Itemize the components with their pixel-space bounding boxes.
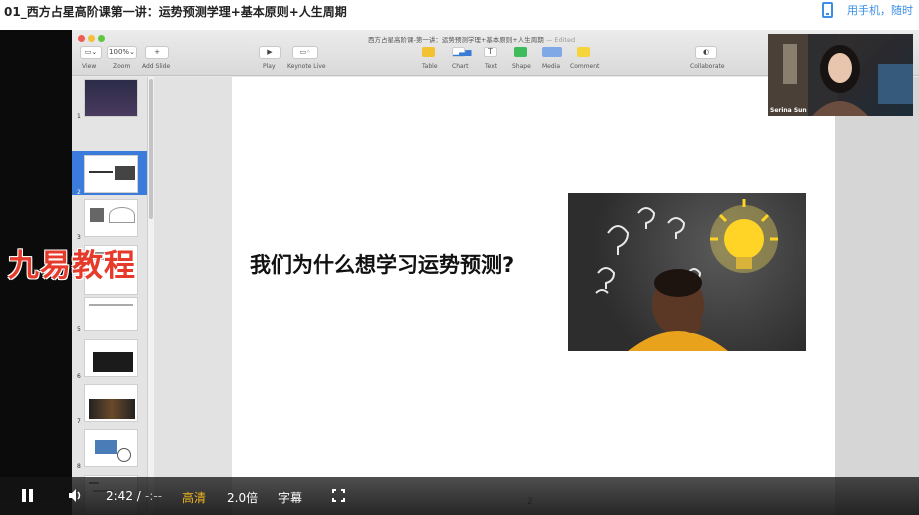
play-button[interactable]: ▶ [259, 46, 281, 59]
add-slide-button[interactable]: + [145, 46, 169, 59]
presenter-webcam: Serina Sun [768, 34, 913, 116]
slide-thumbnail-7[interactable] [84, 384, 138, 422]
view-button[interactable]: ▭⌄ [80, 46, 102, 59]
window-title: 西方占星高阶课-第一讲：运势预测学理+基本原则+人生周期 — Edited [368, 36, 576, 44]
maximize-window-icon[interactable] [98, 35, 105, 42]
slide-image-child-lightbulb [568, 193, 806, 351]
video-player[interactable]: 西方占星高阶课-第一讲：运势预测学理+基本原则+人生周期 — Edited ▭⌄… [0, 30, 919, 515]
media-label: Media [542, 63, 561, 70]
pause-icon[interactable] [22, 489, 34, 502]
comment-label: Comment [570, 63, 600, 70]
zoom-label: Zoom [113, 63, 131, 70]
shape-label: Shape [512, 63, 531, 70]
navigator-scroll-thumb[interactable] [149, 79, 153, 219]
slide-number-1: 1 [77, 113, 81, 120]
watermark-logo: 九易教程 [8, 248, 136, 284]
page-header: 01_西方占星高阶课第一讲：运势预测学理+基本原则+人生周期 用手机，随时 [0, 0, 919, 30]
speed-button[interactable]: 2.0倍 [227, 489, 258, 506]
subtitles-button[interactable]: 字幕 [278, 489, 302, 506]
shape-icon[interactable] [514, 47, 527, 57]
keynote-live-button[interactable]: ▭◦ [292, 46, 318, 59]
zoom-select[interactable]: 100%⌄ [107, 46, 137, 59]
slide-canvas: 我们为什么想学习运势预测? [154, 77, 919, 515]
media-icon[interactable] [542, 47, 562, 57]
view-label: View [82, 63, 97, 70]
slide-number-8: 8 [77, 463, 81, 470]
fullscreen-icon[interactable] [332, 489, 345, 502]
minimize-window-icon[interactable] [88, 35, 95, 42]
phone-icon [822, 2, 833, 18]
slide-number-6: 6 [77, 373, 81, 380]
chart-icon[interactable]: ▁▃▅ [452, 47, 471, 57]
slide-number-2: 2 [77, 189, 81, 196]
chart-label: Chart [452, 63, 469, 70]
slide[interactable]: 我们为什么想学习运势预测? [232, 77, 835, 515]
text-label: Text [485, 63, 498, 70]
time-current: 2:42 / [106, 489, 141, 503]
play-label: Play [263, 63, 276, 70]
slide-thumbnail-1[interactable] [84, 79, 138, 117]
format-panel-area [835, 77, 919, 515]
player-controls: 2:42 / -:-- 高清 2.0倍 字幕 [0, 477, 919, 515]
close-window-icon[interactable] [78, 35, 85, 42]
slide-number-5: 5 [77, 326, 81, 333]
comment-icon[interactable] [577, 47, 590, 57]
text-icon[interactable]: T [484, 47, 497, 57]
slide-navigator: 1 2 3 5 6 7 8 [72, 77, 148, 515]
page-title: 01_西方占星高阶课第一讲：运势预测学理+基本原则+人生周期 [4, 5, 347, 19]
table-icon[interactable] [422, 47, 435, 57]
time-total: -:-- [145, 489, 163, 503]
add-slide-label: Add Slide [142, 63, 171, 70]
keynote-live-label: Keynote Live [287, 63, 326, 70]
collaborate-label: Collaborate [690, 63, 725, 70]
slide-number-7: 7 [77, 418, 81, 425]
collaborate-button[interactable]: ◐ [695, 46, 717, 59]
table-label: Table [422, 63, 438, 70]
slide-heading: 我们为什么想学习运势预测? [250, 253, 515, 277]
presenter-name: Serina Sun [770, 107, 807, 114]
slide-thumbnail-5[interactable] [84, 297, 138, 331]
phone-watch-link[interactable]: 用手机，随时 [822, 2, 913, 18]
volume-icon[interactable] [68, 488, 84, 503]
slide-thumbnail-6[interactable] [84, 339, 138, 377]
slide-thumbnail-2[interactable] [84, 155, 138, 193]
slide-thumbnail-8[interactable] [84, 429, 138, 467]
slide-thumbnail-3[interactable] [84, 199, 138, 237]
phone-link-label: 用手机，随时 [847, 4, 913, 17]
quality-button[interactable]: 高清 [182, 489, 206, 506]
